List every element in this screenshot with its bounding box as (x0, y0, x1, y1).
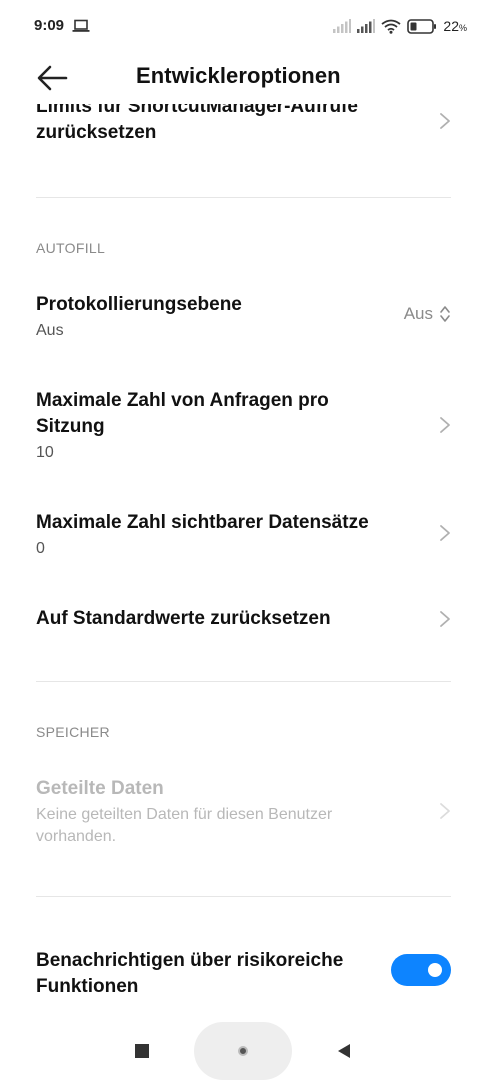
status-bar: 9:09 22% (0, 0, 487, 52)
row-title: Auf Standardwerte zurücksetzen (36, 608, 331, 629)
battery-percentage: 22 (443, 18, 459, 34)
battery-unit: % (458, 23, 467, 33)
risky-features-row[interactable]: Benachrichtigen über risikoreiche Funkti… (36, 948, 451, 1002)
arrow-left-icon[interactable] (36, 64, 68, 92)
battery-icon (407, 18, 437, 34)
row-title: Geteilte Daten (36, 778, 164, 799)
back-triangle-icon[interactable] (336, 1043, 352, 1059)
row-subtitle: 10 (36, 444, 54, 461)
status-time: 9:09 (34, 17, 65, 34)
chevron-right-icon (440, 113, 450, 129)
recents-square-icon[interactable] (135, 1044, 149, 1058)
chevron-up-down-icon (440, 306, 450, 322)
row-title: Maximale Zahl von Anfragen pro Sitzung (36, 388, 451, 440)
chevron-right-icon (440, 525, 450, 541)
row-title-line: zurücksetzen (36, 122, 157, 143)
row-subtitle-line: Keine geteilten Daten für diesen Benutze… (36, 806, 333, 823)
home-dot (238, 1046, 248, 1056)
settings-list[interactable]: Limits für ShortcutManager-Aufrufe zurüc… (0, 104, 487, 1020)
logging-level-select[interactable]: Aus (404, 304, 451, 324)
divider (36, 681, 451, 682)
reset-defaults-row[interactable]: Auf Standardwerte zurücksetzen (36, 606, 451, 634)
chevron-right-icon (440, 417, 450, 433)
signal-icon (333, 19, 352, 33)
row-subtitle: Aus (36, 322, 64, 339)
divider (36, 197, 451, 198)
chevron-right-icon (440, 611, 450, 627)
max-visible-records-row[interactable]: Maximale Zahl sichtbarer Datensätze 0 (36, 510, 451, 564)
row-title-line: Funktionen (36, 976, 139, 997)
row-title: Limits für ShortcutManager-Aufrufe zurüc… (36, 104, 451, 146)
section-header-storage: SPEICHER (36, 724, 110, 740)
toggle-knob (428, 963, 442, 977)
battery-text: 22% (443, 18, 467, 34)
page-title: Entwickleroptionen (136, 63, 341, 88)
navigation-bar (0, 1020, 487, 1080)
home-pill-icon[interactable] (194, 1022, 292, 1080)
laptop-icon (72, 19, 90, 32)
max-requests-row[interactable]: Maximale Zahl von Anfragen pro Sitzung 1… (36, 388, 451, 468)
row-title: Benachrichtigen über risikoreiche Funkti… (36, 948, 366, 1000)
shared-data-row: Geteilte Daten Keine geteilten Daten für… (36, 776, 451, 850)
row-title: Maximale Zahl sichtbarer Datensätze (36, 512, 369, 533)
chevron-right-icon (440, 803, 450, 819)
section-header-autofill: AUTOFILL (36, 240, 106, 256)
row-subtitle-line: vorhanden. (36, 828, 117, 845)
row-subtitle: Keine geteilten Daten für diesen Benutze… (36, 804, 451, 848)
risky-features-toggle[interactable] (391, 954, 451, 986)
row-title-line: Limits für ShortcutManager-Aufrufe (36, 104, 358, 117)
signal-icon (357, 19, 376, 33)
row-title-line: Sitzung (36, 416, 105, 437)
reset-shortcutmanager-row[interactable]: Limits für ShortcutManager-Aufrufe zurüc… (36, 104, 451, 154)
row-title-line: Maximale Zahl von Anfragen pro (36, 390, 329, 411)
logging-level-row[interactable]: Protokollierungsebene Aus Aus (36, 292, 451, 348)
row-subtitle: 0 (36, 540, 45, 557)
status-icons: 22% (333, 16, 467, 36)
select-value: Aus (403, 304, 433, 323)
wifi-icon (381, 19, 401, 34)
app-header: Entwickleroptionen (0, 52, 487, 104)
row-title: Protokollierungsebene (36, 294, 242, 315)
row-title-line: Benachrichtigen über risikoreiche (36, 950, 344, 971)
divider (36, 896, 451, 897)
